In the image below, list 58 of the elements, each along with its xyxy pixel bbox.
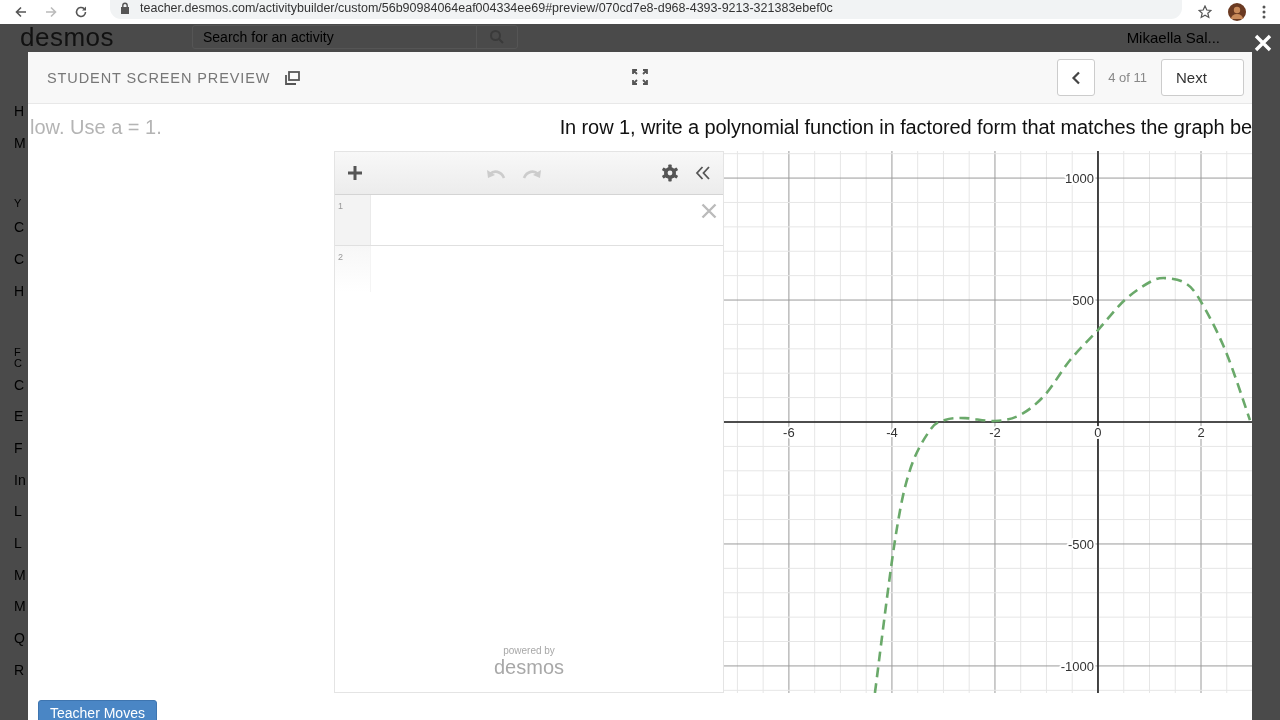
fullscreen-icon[interactable] bbox=[632, 69, 648, 85]
plus-icon[interactable] bbox=[347, 165, 363, 181]
settings-icon[interactable] bbox=[661, 164, 679, 182]
line-number: 2 bbox=[337, 251, 343, 262]
axis-label: 2 bbox=[1197, 425, 1205, 440]
back-icon[interactable] bbox=[14, 5, 28, 19]
logo: desmos bbox=[20, 24, 116, 50]
sidebar-item[interactable]: C bbox=[14, 369, 26, 402]
axis-label: 500 bbox=[1072, 293, 1094, 309]
popout-icon[interactable] bbox=[285, 70, 301, 85]
avatar-icon[interactable] bbox=[1228, 3, 1246, 21]
axis-label: -2 bbox=[989, 425, 1001, 440]
prompt-text: In row 1, write a polynomial function in factored form that matches the graph be bbox=[559, 116, 1252, 139]
sidebar-item[interactable]: H bbox=[14, 275, 26, 308]
sidebar-item[interactable]: C bbox=[14, 212, 26, 245]
axis-label: -6 bbox=[783, 425, 795, 440]
chevron-left-icon bbox=[1071, 70, 1082, 85]
powered-by-text: powered by bbox=[503, 645, 555, 656]
sidebar-item[interactable]: R bbox=[14, 654, 26, 687]
sidebar-item[interactable]: C bbox=[14, 244, 26, 276]
brand-logo: desmos bbox=[494, 656, 564, 678]
sidebar-item[interactable]: L bbox=[14, 496, 26, 529]
sidebar-item[interactable]: F bbox=[14, 432, 26, 465]
axis-label: -4 bbox=[886, 425, 898, 440]
url-text: teacher.desmos.com/activitybuilder/custom/56b90984064eaf004334ee69#preview/070cd7e8-d968-4393-9213-321383ebef0c bbox=[140, 1, 834, 15]
sidebar-item[interactable]: H bbox=[14, 96, 26, 128]
search-input[interactable]: Search for an activity bbox=[193, 26, 476, 48]
close-button[interactable] bbox=[1254, 34, 1272, 52]
more-icon[interactable] bbox=[1262, 5, 1266, 19]
expression-row[interactable]: 2 bbox=[335, 246, 723, 292]
address-bar[interactable]: teacher.desmos.com/activitybuilder/custom/56b90984064eaf004334ee69#preview/070cd7e8-d968-4393-9213-321383ebef0c bbox=[110, 0, 1182, 19]
sidebar-item[interactable]: In bbox=[14, 464, 26, 497]
line-number: 1 bbox=[337, 200, 343, 211]
reload-icon[interactable] bbox=[74, 5, 88, 19]
sidebar-heading: Y bbox=[14, 197, 23, 211]
sidebar-item[interactable]: M bbox=[14, 591, 26, 624]
previous-button[interactable] bbox=[1057, 59, 1096, 96]
search-field[interactable]: Search for an activity bbox=[192, 25, 518, 49]
user-name[interactable]: Mikaella Sal... bbox=[1126, 28, 1220, 46]
expression-row[interactable]: 1 bbox=[335, 195, 723, 246]
sidebar-item[interactable]: E bbox=[14, 401, 26, 433]
sidebar-heading: F bbox=[14, 345, 22, 359]
sidebar-item[interactable]: L bbox=[14, 528, 26, 560]
sidebar-heading: C bbox=[14, 356, 23, 370]
next-button[interactable]: Next bbox=[1161, 59, 1244, 96]
axis-label: -500 bbox=[1067, 536, 1094, 552]
axis-label: -1000 bbox=[1060, 658, 1094, 674]
axis-label: 1000 bbox=[1065, 171, 1094, 187]
lock-icon bbox=[120, 2, 130, 14]
sidebar-item[interactable]: M bbox=[14, 559, 26, 592]
modal-title: STUDENT SCREEN PREVIEW bbox=[47, 69, 271, 86]
page-counter: 4 of 11 bbox=[1108, 70, 1147, 85]
sidebar-item[interactable]: M bbox=[14, 127, 26, 160]
star-icon[interactable] bbox=[1198, 5, 1212, 19]
sidebar-item[interactable]: Q bbox=[14, 623, 26, 655]
teacher-moves-button[interactable]: Teacher Moves bbox=[38, 700, 157, 720]
prompt-text: low. Use a = 1. bbox=[29, 116, 162, 139]
collapse-icon[interactable] bbox=[695, 165, 711, 181]
